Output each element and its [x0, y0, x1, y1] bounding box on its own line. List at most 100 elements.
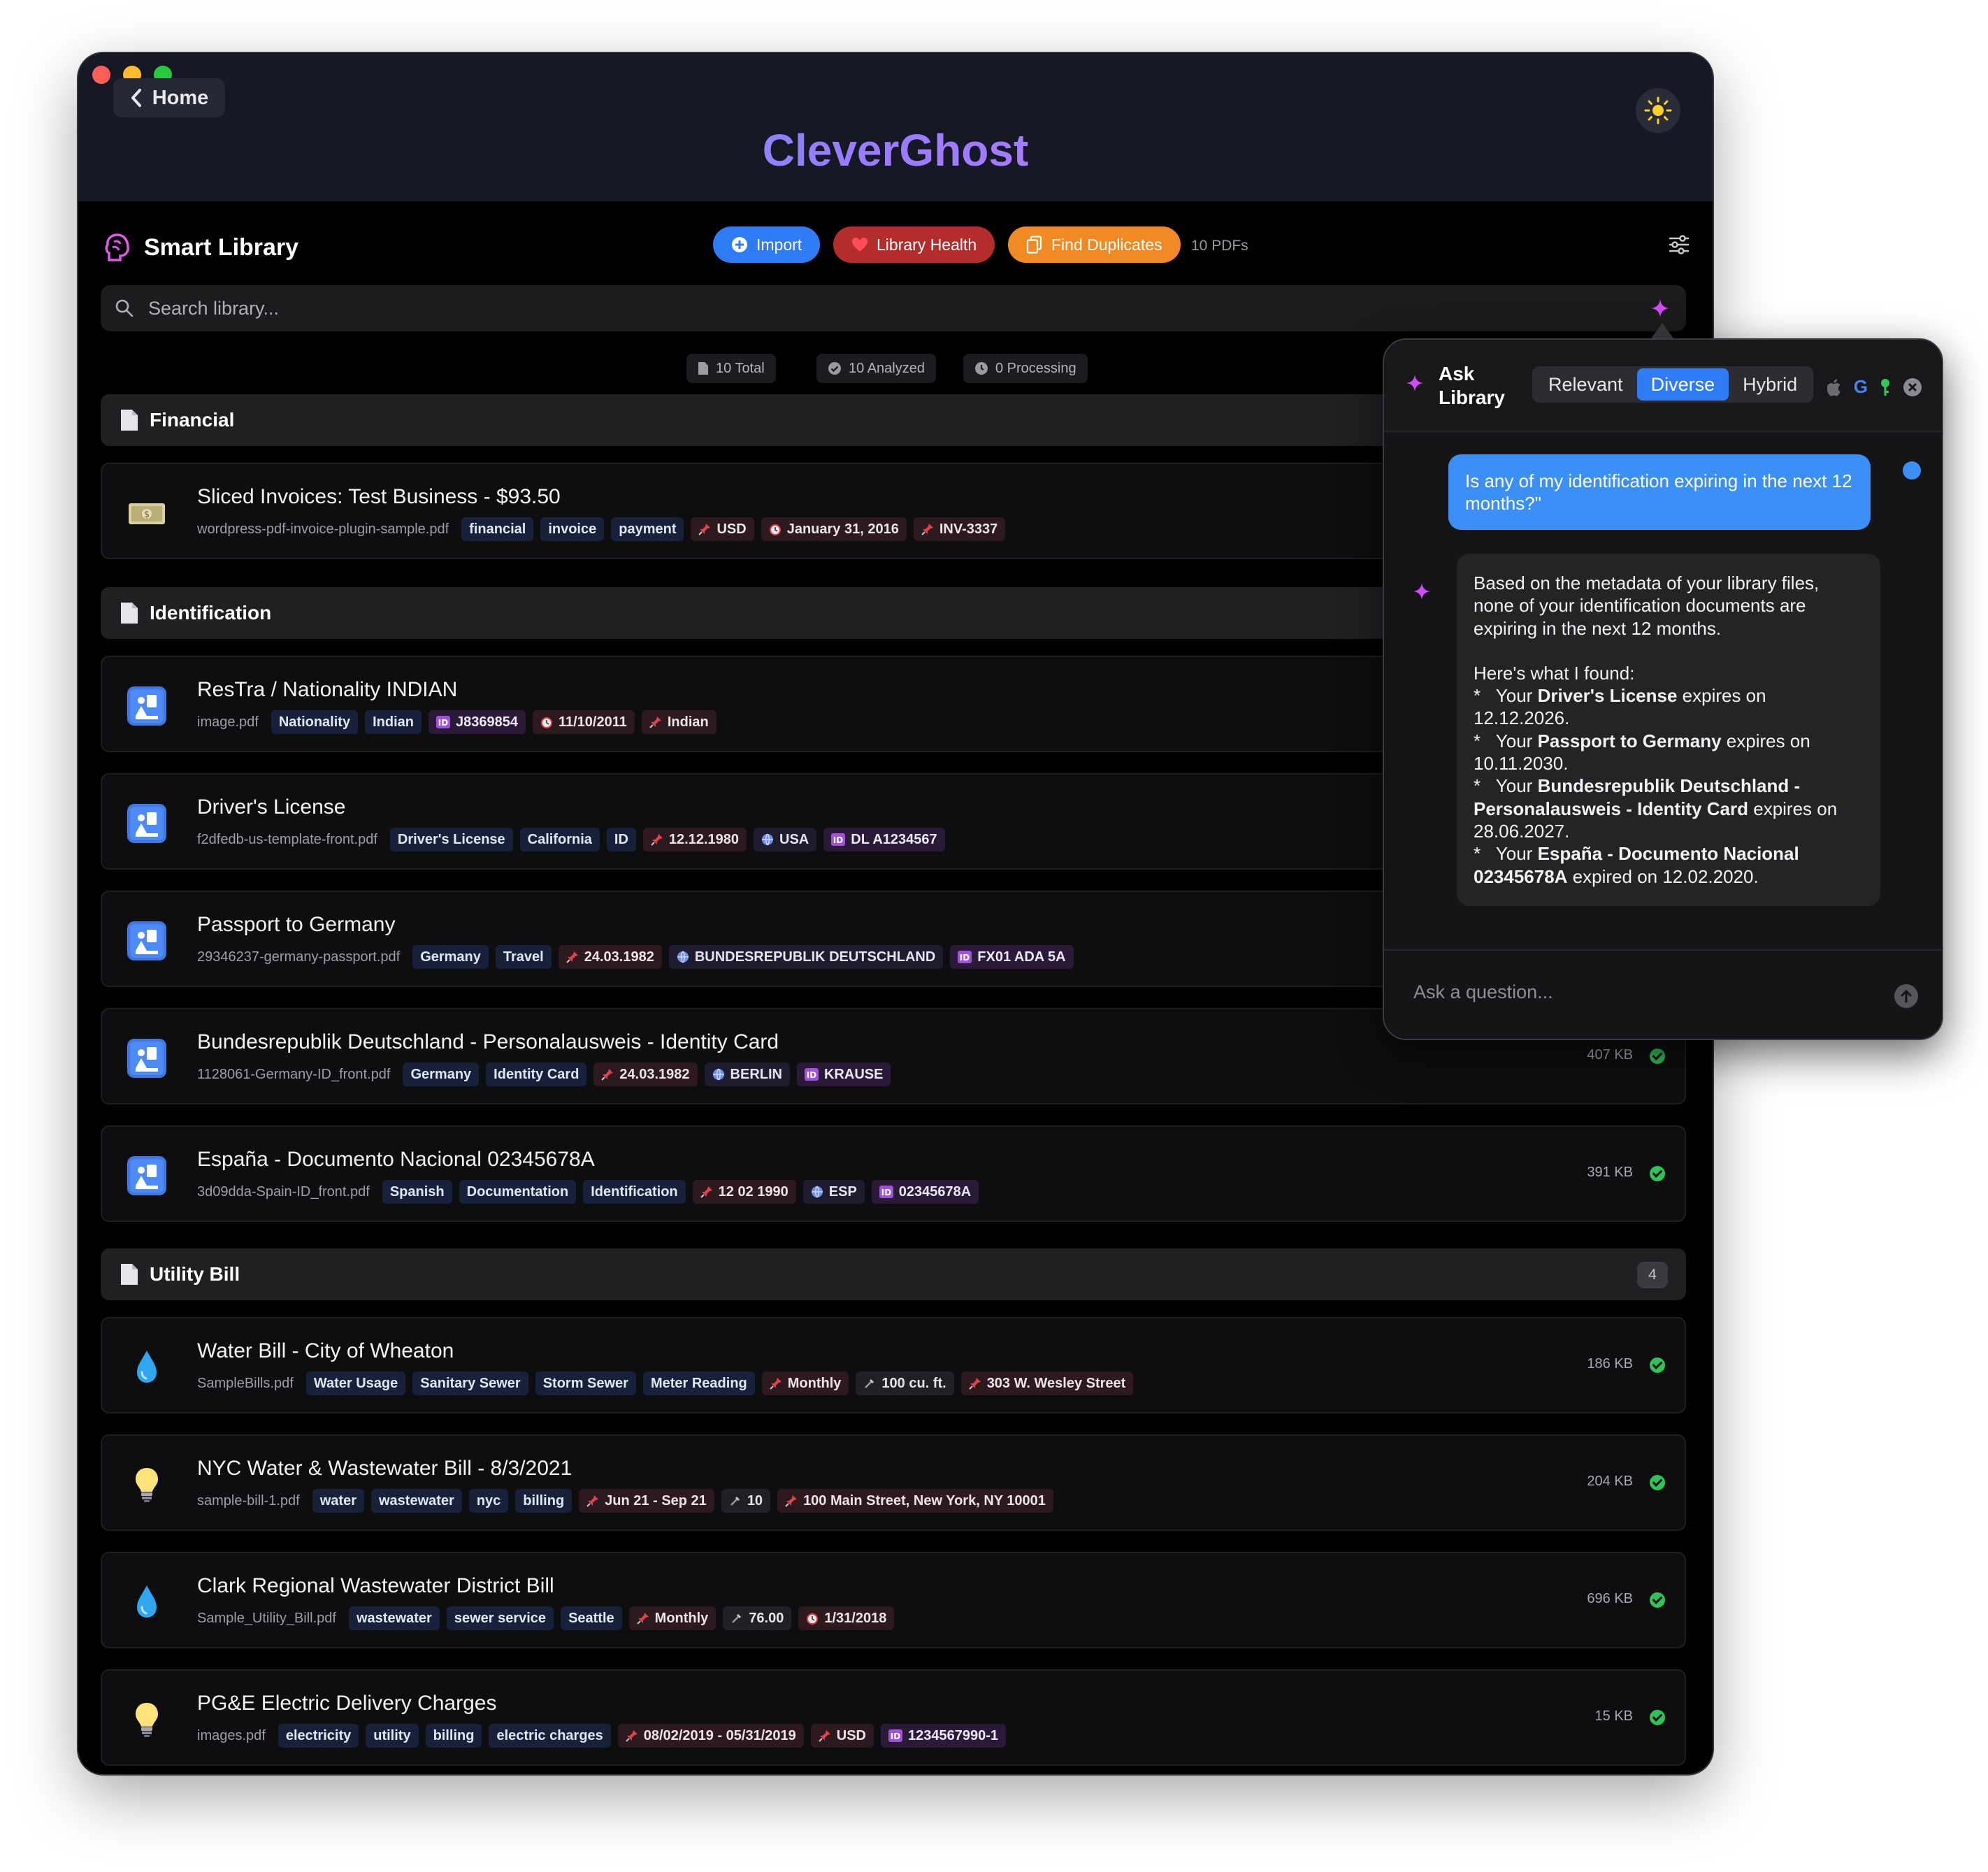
tag-kw[interactable]: nyc [468, 1489, 509, 1513]
close-circle-icon[interactable] [1903, 377, 1922, 397]
tag-pin[interactable]: 303 W. Wesley Street [960, 1371, 1134, 1395]
search-input[interactable] [148, 297, 1476, 319]
tag-pin[interactable]: USD [810, 1724, 874, 1748]
tag-pin[interactable]: Monthly [761, 1371, 849, 1395]
tag-kw[interactable]: Seattle [561, 1606, 622, 1630]
document-card[interactable]: España - Documento Nacional 02345678A 3d0… [101, 1125, 1686, 1222]
tag-kw[interactable]: wastewater [348, 1606, 440, 1630]
tag-pin[interactable]: 12.12.1980 [642, 828, 747, 851]
popover-arrow [1651, 323, 1673, 338]
tag-kw[interactable]: Spanish [382, 1180, 452, 1204]
document-card[interactable]: PG&E Electric Delivery Charges images.pdf… [101, 1669, 1686, 1766]
tag-kw[interactable]: Identification [583, 1180, 686, 1204]
tag-id[interactable]: ID 1234567990-1 [881, 1724, 1007, 1748]
section-header-utility[interactable]: Utility Bill 4 [101, 1248, 1686, 1300]
apple-icon[interactable] [1827, 378, 1843, 396]
tag-text: 100 Main Street, New York, NY 10001 [803, 1492, 1046, 1509]
question-input[interactable] [1413, 981, 1868, 1003]
library-health-button[interactable]: Library Health [833, 226, 995, 263]
tag-kw[interactable]: Indian [365, 710, 422, 734]
tag-glob[interactable]: ESP [802, 1180, 865, 1204]
tag-kw[interactable]: Germany [412, 945, 489, 969]
home-button[interactable]: Home [113, 78, 225, 117]
tag-meter[interactable]: 76.00 [723, 1606, 792, 1630]
file-name: SampleBills.pdf [197, 1375, 294, 1391]
tag-kw[interactable]: Sanitary Sewer [412, 1371, 528, 1395]
tag-text: USA [779, 831, 809, 847]
tag-pin[interactable]: Indian [641, 710, 716, 734]
tag-text: 24.03.1982 [619, 1066, 690, 1082]
tag-text: nyc [476, 1492, 501, 1509]
tag-pin[interactable]: 08/02/2019 - 05/31/2019 [617, 1724, 804, 1748]
tag-id[interactable]: ID J8369854 [428, 710, 526, 734]
tag-kw[interactable]: payment [611, 517, 684, 541]
document-card[interactable]: Clark Regional Wastewater District Bill S… [101, 1552, 1686, 1648]
provider-icons: G [1827, 376, 1922, 398]
tag-kw[interactable]: Storm Sewer [535, 1371, 636, 1395]
tag-kw[interactable]: sewer service [446, 1606, 554, 1630]
tag-pin[interactable]: Monthly [628, 1606, 716, 1630]
tag-kw[interactable]: Nationality [271, 710, 359, 734]
tag-kw[interactable]: Identity Card [486, 1063, 587, 1086]
chat-header: Ask Library Relevant Diverse Hybrid G [1384, 340, 1942, 432]
tag-pin[interactable]: 24.03.1982 [593, 1063, 698, 1086]
ai-sparkle-icon[interactable] [1650, 298, 1671, 319]
tag-kw[interactable]: Germany [403, 1063, 480, 1086]
send-button[interactable] [1894, 984, 1918, 1008]
mode-diverse[interactable]: Diverse [1636, 368, 1729, 401]
tag-kw[interactable]: Water Usage [305, 1371, 406, 1395]
tag-glob[interactable]: BUNDESREPUBLIK DEUTSCHLAND [668, 945, 944, 969]
tag-pin[interactable]: 12 02 1990 [692, 1180, 796, 1204]
tag-cal[interactable]: 1/31/2018 [798, 1606, 895, 1630]
mode-relevant[interactable]: Relevant [1534, 368, 1637, 401]
tag-id[interactable]: ID KRAUSE [796, 1063, 891, 1086]
tag-pin[interactable]: 100 Main Street, New York, NY 10001 [777, 1489, 1053, 1513]
mode-hybrid[interactable]: Hybrid [1729, 368, 1811, 401]
item-document: Passport to Germany [1537, 730, 1722, 751]
tag-id[interactable]: ID FX01 ADA 5A [950, 945, 1074, 969]
tag-text: Water Usage [313, 1375, 398, 1391]
tag-pin[interactable]: INV-3337 [913, 517, 1006, 541]
tag-pin[interactable]: USD [691, 517, 754, 541]
tag-kw[interactable]: invoice [540, 517, 605, 541]
search-bar[interactable] [101, 285, 1686, 331]
tag-meter[interactable]: 100 cu. ft. [856, 1371, 954, 1395]
google-icon[interactable]: G [1854, 376, 1868, 398]
tag-kw[interactable]: wastewater [370, 1489, 462, 1513]
ai-message: Based on the metadata of your library fi… [1457, 554, 1880, 906]
tag-pin[interactable]: 24.03.1982 [558, 945, 662, 969]
tag-glob-icon [811, 1186, 823, 1198]
tag-kw[interactable]: Driver's License [389, 828, 513, 851]
tag-text: DL A1234567 [851, 831, 937, 847]
tag-kw[interactable]: electric charges [489, 1724, 611, 1748]
close-window-button[interactable] [92, 66, 110, 84]
tag-cal[interactable]: January 31, 2016 [761, 517, 907, 541]
tag-glob[interactable]: USA [754, 828, 817, 851]
theme-toggle-button[interactable] [1636, 88, 1680, 133]
filter-settings-icon[interactable] [1668, 233, 1690, 256]
tag-id[interactable]: ID DL A1234567 [823, 828, 945, 851]
tag-kw[interactable]: billing [515, 1489, 572, 1513]
find-duplicates-button[interactable]: Find Duplicates [1008, 226, 1181, 263]
import-button[interactable]: Import [713, 226, 821, 263]
tag-pin[interactable]: Jun 21 - Sep 21 [579, 1489, 714, 1513]
document-card[interactable]: Water Bill - City of Wheaton SampleBills.… [101, 1317, 1686, 1413]
tag-cal[interactable]: 11/10/2011 [532, 710, 635, 734]
document-card[interactable]: NYC Water & Wastewater Bill - 8/3/2021 sa… [101, 1434, 1686, 1531]
svg-text:ID: ID [960, 953, 970, 963]
tag-meter-icon [730, 1612, 743, 1625]
tag-kw[interactable]: billing [425, 1724, 482, 1748]
tag-kw[interactable]: Meter Reading [642, 1371, 755, 1395]
tag-kw[interactable]: utility [366, 1724, 419, 1748]
tag-kw[interactable]: California [519, 828, 600, 851]
key-icon[interactable] [1879, 377, 1892, 397]
tag-kw[interactable]: Documentation [459, 1180, 577, 1204]
tag-kw[interactable]: Travel [495, 945, 552, 969]
tag-meter[interactable]: 10 [721, 1489, 771, 1513]
tag-glob[interactable]: BERLIN [704, 1063, 790, 1086]
tag-kw[interactable]: ID [606, 828, 636, 851]
tag-kw[interactable]: financial [461, 517, 534, 541]
tag-id[interactable]: ID 02345678A [871, 1180, 979, 1204]
tag-kw[interactable]: water [312, 1489, 364, 1513]
tag-kw[interactable]: electricity [278, 1724, 359, 1748]
